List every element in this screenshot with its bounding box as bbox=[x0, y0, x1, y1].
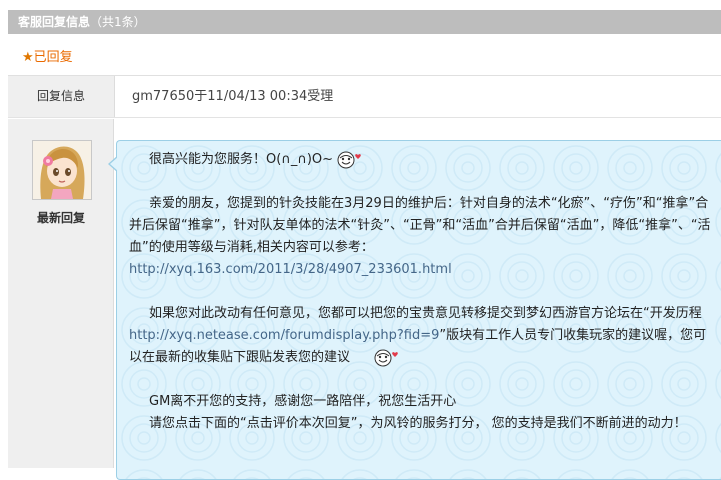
reply-sidebar: 最新回复 bbox=[8, 119, 114, 468]
paragraph-1: 亲爱的朋友，您提到的针灸技能在3月29日的维护后：针对自身的法术“化瘀”、“疗伤… bbox=[129, 196, 711, 255]
smiley-heart-icon bbox=[354, 349, 398, 367]
reply-count: （共1条） bbox=[90, 15, 146, 29]
reply-info-row: 回复信息 gm77650于11/04/13 00:34受理 bbox=[8, 76, 721, 118]
star-icon: ★ bbox=[22, 50, 34, 65]
paragraph-2: 如果您对此改动有任何意见，您都可以把您的宝贵意见转移提交到梦幻西游官方论坛在“开… bbox=[129, 306, 707, 367]
message-content: 很高兴能为您服务！O(∩_∩)O~ 亲爱的朋友，您提到的针灸技能在3月29日的维… bbox=[129, 145, 715, 435]
avatar bbox=[32, 140, 92, 200]
paragraph-4: 请您点击下面的“点击评价本次回复”，为风铃的服务打分， 您的支持是我们不断前进的… bbox=[149, 416, 687, 431]
latest-reply-label: 最新回复 bbox=[36, 211, 85, 225]
section-header: 客服回复信息（共1条） bbox=[8, 10, 721, 34]
reply-info-label: 回复信息 bbox=[8, 76, 115, 117]
greeting-text: 很高兴能为您服务！O(∩_∩)O~ bbox=[149, 152, 334, 167]
forum-link-1[interactable]: http://xyq.163.com/2011/3/28/4907_233601… bbox=[129, 262, 452, 277]
section-title: 客服回复信息 bbox=[18, 15, 91, 29]
bubble-tail-inner bbox=[110, 157, 118, 171]
message-bubble: 很高兴能为您服务！O(∩_∩)O~ 亲爱的朋友，您提到的针灸技能在3月29日的维… bbox=[116, 140, 721, 480]
replied-label: 已回复 bbox=[33, 50, 73, 65]
paragraph-3: GM离不开您的支持，感谢您一路陪伴，祝您生活开心 bbox=[149, 394, 457, 409]
replied-status: ★已回复 bbox=[22, 46, 73, 65]
reply-info-value: gm77650于11/04/13 00:34受理 bbox=[132, 89, 334, 104]
status-row: ★已回复 bbox=[8, 34, 721, 76]
forum-link-2[interactable]: http://xyq.netease.com/forumdisplay.php?… bbox=[129, 328, 439, 343]
smiley-heart-icon bbox=[337, 151, 363, 169]
